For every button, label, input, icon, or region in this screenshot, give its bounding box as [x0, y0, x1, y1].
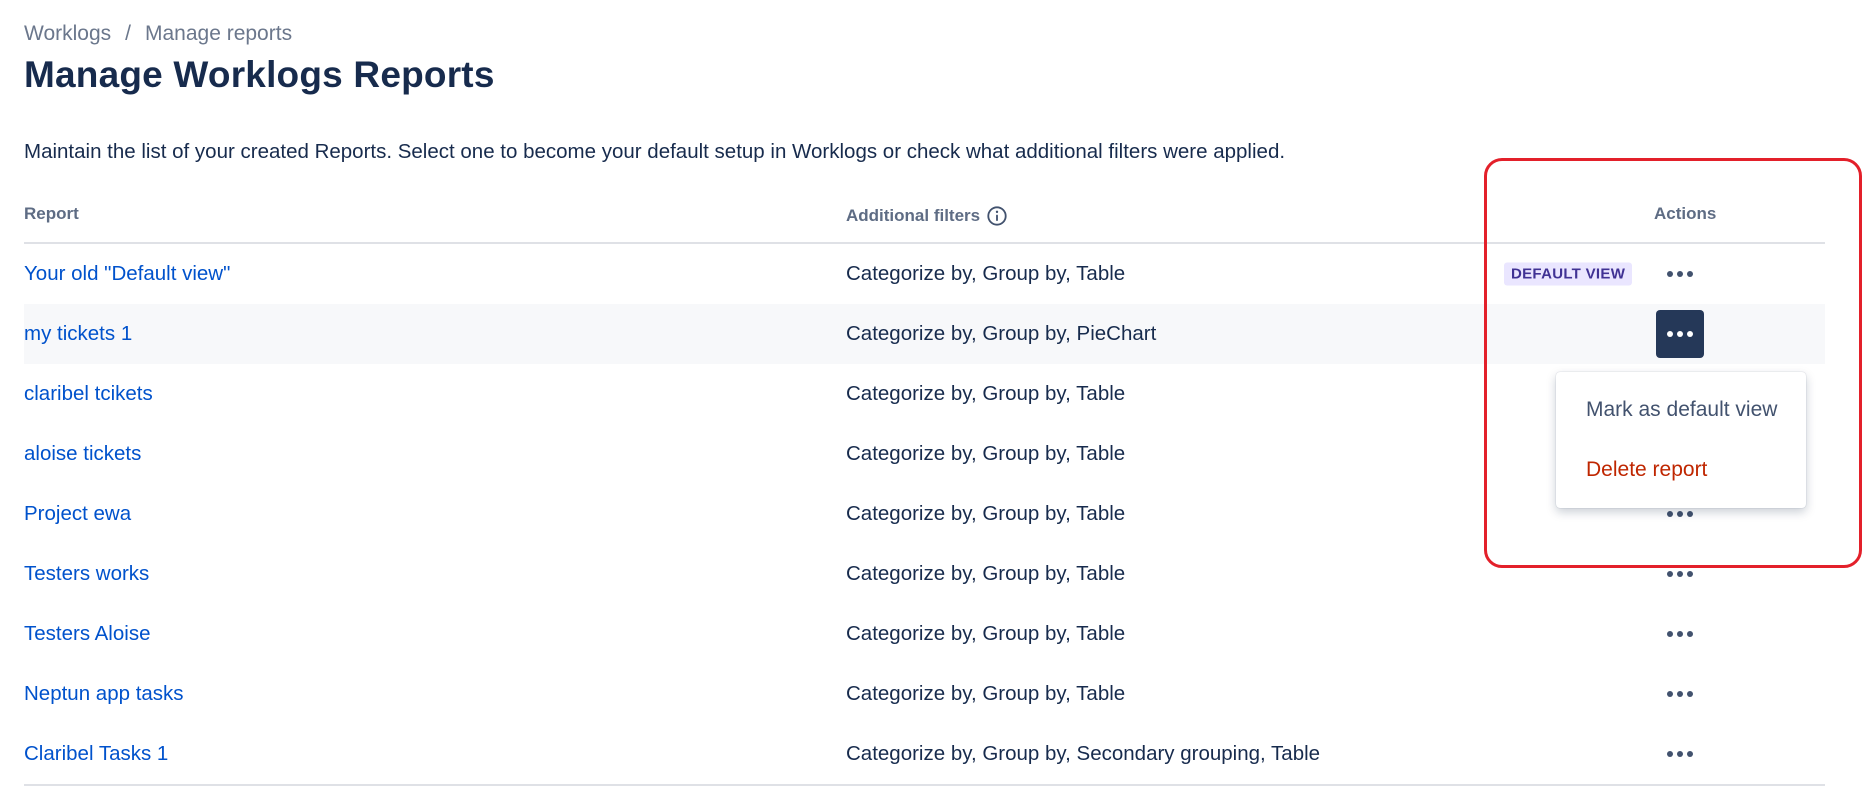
column-header-additional-filters: Additional filters	[846, 205, 1008, 227]
more-horizontal-icon	[1667, 511, 1693, 517]
table-row: Project ewa Categorize by, Group by, Tab…	[24, 484, 1825, 544]
table-row: Testers Aloise Categorize by, Group by, …	[24, 604, 1825, 664]
info-icon[interactable]	[986, 205, 1008, 227]
table-row: Neptun app tasks Categorize by, Group by…	[24, 664, 1825, 724]
table-row: Your old "Default view" Categorize by, G…	[24, 244, 1825, 304]
more-horizontal-icon	[1667, 571, 1693, 577]
report-filters: Categorize by, Group by, Table	[846, 262, 1126, 285]
more-horizontal-icon	[1667, 751, 1693, 757]
more-actions-button-active[interactable]	[1656, 310, 1704, 358]
breadcrumb-item-worklogs[interactable]: Worklogs	[24, 22, 111, 46]
more-horizontal-icon	[1667, 691, 1693, 697]
report-filters: Categorize by, Group by, Secondary group…	[846, 742, 1321, 765]
more-actions-button[interactable]	[1656, 250, 1704, 298]
more-actions-button[interactable]	[1656, 550, 1704, 598]
report-link[interactable]: Claribel Tasks 1	[24, 742, 168, 766]
table-row: Claribel Tasks 1 Categorize by, Group by…	[24, 724, 1825, 784]
more-actions-button[interactable]	[1656, 610, 1704, 658]
table-row: my tickets 1 Categorize by, Group by, Pi…	[24, 304, 1825, 364]
report-link[interactable]: Your old "Default view"	[24, 262, 230, 286]
report-filters: Categorize by, Group by, Table	[846, 682, 1126, 705]
table-row: aloise tickets Categorize by, Group by, …	[24, 424, 1825, 484]
report-filters: Categorize by, Group by, Table	[846, 502, 1126, 525]
report-link[interactable]: Testers works	[24, 562, 149, 586]
report-link[interactable]: Neptun app tasks	[24, 682, 184, 706]
more-actions-button[interactable]	[1656, 670, 1704, 718]
table-row: claribel tcikets Categorize by, Group by…	[24, 364, 1825, 424]
breadcrumb-item-manage-reports[interactable]: Manage reports	[145, 22, 292, 46]
breadcrumb: Worklogs / Manage reports	[24, 22, 292, 46]
breadcrumb-separator: /	[125, 22, 131, 45]
table-bottom-border	[24, 784, 1825, 786]
column-header-report[interactable]: Report	[24, 204, 79, 224]
report-link[interactable]: Testers Aloise	[24, 622, 150, 646]
page-title: Manage Worklogs Reports	[24, 54, 495, 95]
report-link[interactable]: aloise tickets	[24, 442, 141, 466]
default-view-badge: DEFAULT VIEW	[1504, 262, 1633, 286]
table-header: Report Additional filters Actions	[24, 190, 1825, 244]
report-filters: Categorize by, Group by, Table	[846, 562, 1126, 585]
report-filters: Categorize by, Group by, Table	[846, 442, 1126, 465]
report-link[interactable]: my tickets 1	[24, 322, 132, 346]
delete-report-item[interactable]: Delete report	[1556, 440, 1806, 500]
column-header-actions: Actions	[1654, 204, 1717, 223]
mark-as-default-view-item[interactable]: Mark as default view	[1556, 380, 1806, 440]
more-horizontal-icon	[1667, 631, 1693, 637]
actions-dropdown-menu: Mark as default view Delete report	[1556, 372, 1806, 508]
column-header-label: Additional filters	[846, 206, 981, 225]
more-horizontal-icon	[1667, 331, 1693, 337]
report-link[interactable]: claribel tcikets	[24, 382, 153, 406]
report-filters: Categorize by, Group by, Table	[846, 622, 1126, 645]
report-filters: Categorize by, Group by, PieChart	[846, 322, 1157, 345]
report-link[interactable]: Project ewa	[24, 502, 131, 526]
page-description: Maintain the list of your created Report…	[24, 140, 1286, 163]
more-horizontal-icon	[1667, 271, 1693, 277]
report-filters: Categorize by, Group by, Table	[846, 382, 1126, 405]
more-actions-button[interactable]	[1656, 730, 1704, 778]
reports-table: Report Additional filters Actions Your o…	[24, 190, 1825, 786]
table-row: Testers works Categorize by, Group by, T…	[24, 544, 1825, 604]
